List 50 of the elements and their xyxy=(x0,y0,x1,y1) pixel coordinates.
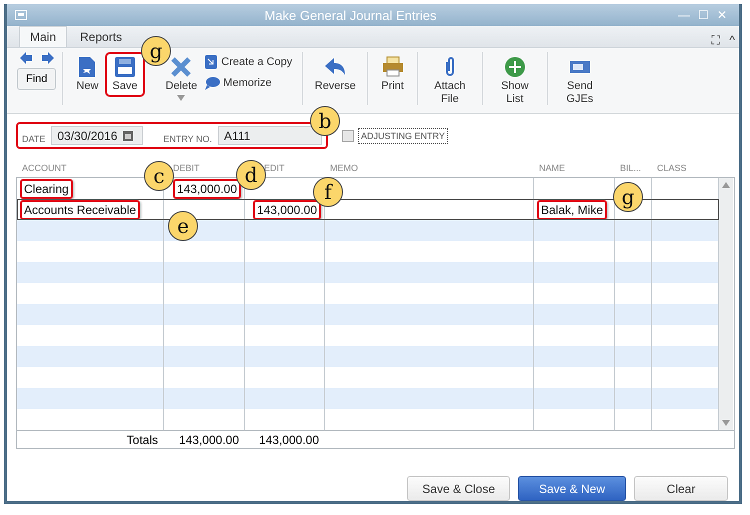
save-icon xyxy=(114,56,136,78)
tab[interactable]: Reports xyxy=(69,26,134,48)
date-label: DATE xyxy=(22,134,46,144)
toolbar-button[interactable]: Show List xyxy=(488,52,541,110)
total-debit: 143,000.00 xyxy=(178,432,240,446)
callout-marker: c xyxy=(144,161,174,191)
toolbar-button[interactable]: Create a Copy xyxy=(204,52,292,72)
checkbox-label[interactable]: ADJUSTING ENTRY xyxy=(358,128,448,144)
toolbar-button[interactable]: Print xyxy=(374,52,411,98)
primary-button[interactable]: Save & New xyxy=(518,476,626,501)
date-field[interactable]: 03/30/2016 xyxy=(51,126,144,145)
button[interactable]: Clear xyxy=(634,476,728,501)
plus-circle-icon xyxy=(504,56,526,78)
scrollbar[interactable] xyxy=(719,178,733,430)
expand-button[interactable]: ⛶ xyxy=(707,33,724,48)
caret-icon[interactable] xyxy=(177,95,186,102)
copy-icon xyxy=(204,54,218,70)
checkbox[interactable] xyxy=(342,130,354,142)
collapse-button[interactable]: ^ xyxy=(725,33,739,48)
column-header: NAME xyxy=(539,163,566,175)
scroll-down-icon[interactable] xyxy=(722,420,730,426)
calendar-icon[interactable] xyxy=(123,130,134,140)
callout-marker: d xyxy=(236,160,266,190)
printer-icon xyxy=(382,56,404,78)
speech-bubble-icon xyxy=(204,76,220,90)
document-icon xyxy=(78,56,96,78)
toolbar-button[interactable]: Send GJEs xyxy=(554,52,606,110)
toolbar-button[interactable]: Memorize xyxy=(204,74,292,92)
column-header: EDIT xyxy=(264,163,285,175)
column-header: MEMO xyxy=(330,163,358,175)
button[interactable]: Save & Close xyxy=(407,476,510,501)
close-icon xyxy=(170,56,192,78)
toolbar-button[interactable]: New xyxy=(69,52,106,98)
window-title: Make General Journal Entries xyxy=(264,8,438,23)
find-button[interactable]: Find xyxy=(17,68,56,90)
entry-number-label: ENTRY NO. xyxy=(163,134,212,144)
column-header: CLASS xyxy=(657,163,687,175)
column-header: BIL... xyxy=(620,163,642,175)
toolbar-button[interactable]: Attach File xyxy=(424,52,476,110)
totals-label: Totals xyxy=(126,432,159,446)
table-cell: Clearing xyxy=(20,178,73,198)
total-credit: 143,000.00 xyxy=(258,432,320,446)
window-menu-icon[interactable] xyxy=(15,10,27,20)
toolbar-button[interactable]: Reverse xyxy=(309,52,362,98)
scroll-up-icon[interactable] xyxy=(722,182,730,188)
column-header: ACCOUNT xyxy=(22,163,66,175)
back-forward-arrows-icon[interactable] xyxy=(20,52,54,64)
toolbar-button[interactable]: Save xyxy=(105,52,144,98)
tab[interactable]: Main xyxy=(19,26,68,48)
column-header: DEBIT xyxy=(173,163,200,175)
